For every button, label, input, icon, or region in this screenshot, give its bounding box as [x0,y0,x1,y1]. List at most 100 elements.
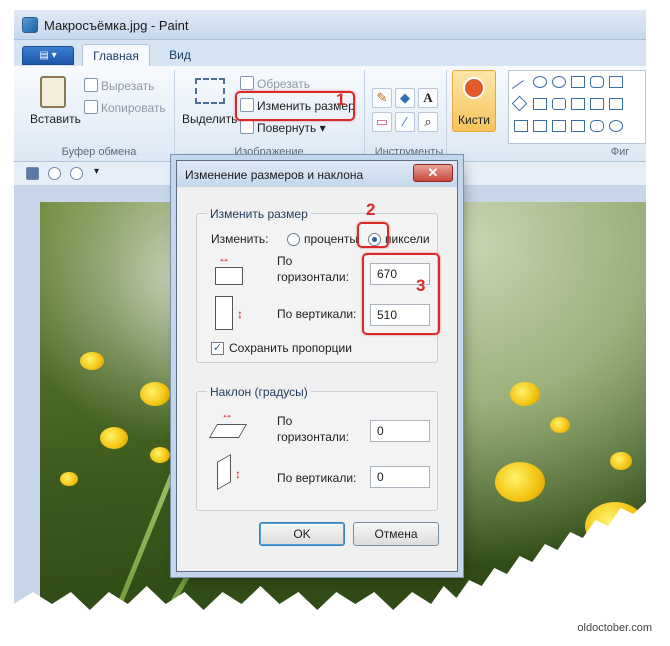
close-icon[interactable]: ✕ [413,164,453,182]
group-label-clipboard: Буфер обмена [61,146,137,158]
fill-tool-icon[interactable]: ◆ [395,88,415,108]
skew-vertical-input[interactable]: 0 [370,466,430,488]
skew-horizontal-label-1: По [277,414,293,428]
dandelion-flower [80,352,104,370]
rectangle-shape-icon[interactable] [571,76,585,88]
step-2-marker: 2 [366,200,376,219]
color-picker-icon[interactable]: ⁄ [395,112,415,132]
customize-toolbar-icon[interactable]: ▾ [94,166,99,177]
arrow-up-shape-icon[interactable] [609,98,623,110]
tab-view[interactable]: Вид [160,44,200,66]
skew-vertical-label: По вертикали: [277,471,357,485]
ribbon-tab-row: ▤ ▾ Главная Вид [14,40,646,66]
copy-button[interactable]: Копировать [84,100,166,115]
cloud-shape-icon[interactable] [609,120,623,132]
pencil-tool-icon[interactable]: ✎ [372,88,392,108]
clipboard-icon [40,76,66,108]
ribbon-divider [446,70,447,156]
percent-radio[interactable] [287,233,300,246]
rotate-label: Повернуть [257,121,317,135]
dandelion-flower [550,417,570,433]
pixels-label: пиксели [385,232,430,246]
cut-button[interactable]: Вырезать [84,78,154,93]
dandelion-flower [610,452,632,470]
resize-skew-dialog: Изменение размеров и наклона ✕ Изменить … [176,160,458,572]
select-button[interactable]: Выделить [182,112,237,126]
title-bar: Макросъёмка.jpg - Paint [14,10,646,40]
eraser-tool-icon[interactable]: ▭ [372,112,392,132]
oval-shape-icon[interactable] [552,76,566,88]
skew-group: Наклон (градусы) ↔ По горизонтали: 0 ↕ П… [196,385,438,511]
keep-ratio-label: Сохранить пропорции [229,341,352,355]
tab-home[interactable]: Главная [82,44,150,66]
save-icon[interactable] [26,167,39,180]
ok-button[interactable]: OK [259,522,345,546]
cut-label: Вырезать [101,79,155,93]
brushes-label: Кисти [458,113,490,127]
star-four-shape-icon[interactable] [533,120,547,132]
line-shape-icon[interactable] [511,80,531,98]
star-five-shape-icon[interactable] [552,120,566,132]
dandelion-flower [510,382,540,406]
arrow-right-shape-icon[interactable] [571,98,585,110]
horizontal-resize-icon [215,267,243,285]
shapes-gallery[interactable] [508,70,646,144]
crop-button[interactable]: Обрезать [240,76,310,91]
undo-icon[interactable] [48,167,61,180]
paint-menu-button[interactable]: ▤ ▾ [22,46,74,65]
highlight-pixels-radio [357,222,389,248]
dandelion-flower [495,462,545,502]
group-label-shapes: Фиг [610,146,630,158]
percent-label: проценты [304,232,359,246]
skew-horizontal-icon [208,424,248,438]
resize-horizontal-label-2: горизонтали: [277,270,349,284]
dandelion-flower [60,472,78,486]
resize-legend: Изменить размер [207,207,311,221]
diamond-shape-icon[interactable] [511,95,528,112]
vertical-arrow-icon: ↕ [237,307,243,321]
star-six-shape-icon[interactable] [571,120,585,132]
dandelion-flower [100,427,128,449]
step-3-marker: 3 [416,276,426,295]
step-1-marker: 1 [336,90,346,109]
rotate-icon [240,120,254,134]
scissors-icon [84,78,98,92]
brush-icon [463,77,485,99]
text-tool-icon[interactable]: A [418,88,438,108]
hexagon-shape-icon[interactable] [552,98,566,110]
dandelion-flower [140,382,170,406]
keep-ratio-checkbox[interactable]: ✓ [211,342,224,355]
paint-app-icon [22,17,38,33]
dandelion-flower [150,447,170,463]
vertical-resize-icon [215,296,233,330]
skew-horizontal-input[interactable]: 0 [370,420,430,442]
crop-icon [240,76,254,90]
curve-shape-icon[interactable] [533,76,547,88]
resize-vertical-label: По вертикали: [277,307,357,321]
rounded-rectangle-shape-icon[interactable] [590,76,604,88]
watermark-text: oldoctober.com [577,622,652,634]
highlight-size-fields [362,253,440,335]
dialog-title-bar: Изменение размеров и наклона ✕ [177,161,457,187]
copy-label: Копировать [101,101,166,115]
skew-vertical-icon [217,453,231,491]
arrow-down-shape-icon[interactable] [514,120,528,132]
magnifier-icon[interactable]: ⌕ [418,112,438,132]
polygon-shape-icon[interactable] [609,76,623,88]
ribbon-divider [364,70,365,156]
brushes-button[interactable]: Кисти [452,70,496,132]
horizontal-arrow-icon: ↔ [218,251,230,265]
cancel-button[interactable]: Отмена [353,522,439,546]
arrow-left-shape-icon[interactable] [590,98,604,110]
skew-horizontal-label-2: горизонтали: [277,430,349,444]
dialog-title: Изменение размеров и наклона [185,168,364,182]
paste-button[interactable]: Вставить [30,112,81,126]
resize-by-label: Изменить: [211,232,269,246]
group-label-image: Изображение [234,146,304,158]
pentagon-shape-icon[interactable] [533,98,547,110]
group-label-tools: Инструменты [374,146,444,158]
redo-icon[interactable] [70,167,83,180]
callout-shape-icon[interactable] [590,120,604,132]
rotate-button[interactable]: Повернуть ▾ [240,120,326,135]
skew-horizontal-arrow-icon: ↔ [221,407,233,421]
